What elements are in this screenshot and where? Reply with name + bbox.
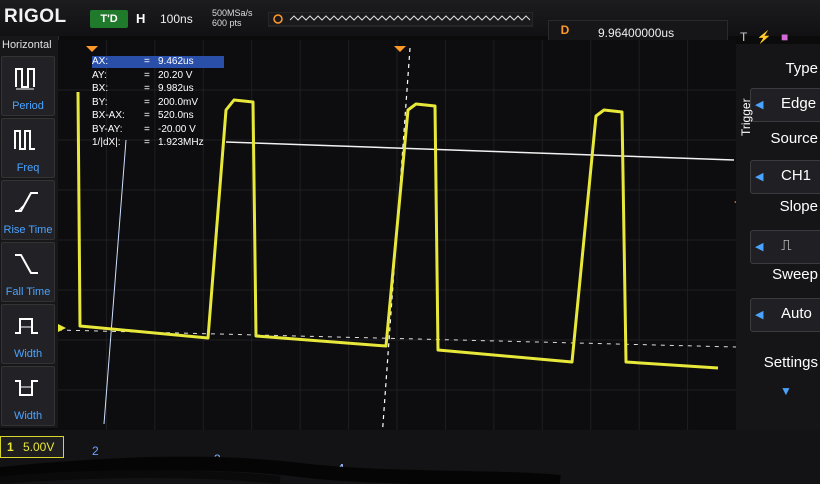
button-label: Width	[13, 348, 43, 360]
rising-edge-icon: ⎍	[781, 237, 792, 254]
menu-option-source[interactable]: ◀ CH1	[750, 160, 820, 194]
left-arrow-icon: ◀	[755, 171, 764, 183]
menu-title-type: Type	[785, 60, 818, 77]
cursor-equals: =	[144, 137, 150, 148]
trigger-label: T	[740, 30, 748, 44]
top-status-bar: RIGOL T'D H 100ns 500MSa/s 600 pts D 9.9…	[0, 0, 820, 44]
delay-value: 9.96400000us	[598, 26, 675, 40]
measure-rise-time-button[interactable]: Rise Time	[1, 180, 55, 240]
fall-time-icon	[15, 254, 38, 274]
memory-overview-bar[interactable]	[268, 12, 533, 34]
cursor-value: 20.20 V	[158, 69, 193, 81]
cursor-equals: =	[144, 123, 150, 135]
panel-title: Horizontal	[2, 39, 52, 51]
timebase-value[interactable]: 100ns	[160, 12, 193, 26]
acquisition-info: 500MSa/s 600 pts	[212, 8, 253, 28]
measure-freq-button[interactable]: Freq	[1, 118, 55, 178]
cursor-row: AX: = 9.462us	[92, 56, 224, 68]
cursor-key: AX:	[92, 56, 109, 67]
measure-width-button[interactable]: Width	[1, 366, 55, 426]
period-icon	[15, 68, 35, 90]
channel-1-offset-marker	[58, 324, 66, 332]
cursor-ax-line	[103, 139, 127, 425]
cursor-equals: =	[144, 69, 150, 81]
menu-title-sweep: Sweep	[772, 266, 818, 283]
cursor-value: 1.923MHz	[158, 137, 204, 148]
button-label: Period	[12, 100, 44, 112]
menu-option-slope[interactable]: ◀ ⎍	[750, 230, 820, 264]
channel-icon: ■	[780, 30, 789, 44]
left-arrow-icon: ◀	[755, 99, 764, 111]
horizontal-label: H	[136, 11, 146, 26]
trigger-status[interactable]: T ⚡ ■	[740, 30, 794, 44]
trigger-menu-title: Trigger	[739, 98, 753, 136]
cursor-equals: =	[144, 83, 150, 94]
rise-time-icon	[15, 192, 38, 212]
menu-title-slope: Slope	[779, 198, 818, 215]
measure-fall-time-button[interactable]: Fall Time	[1, 242, 55, 302]
cursor-key: 1/|dX|:	[92, 137, 121, 148]
frequency-icon	[14, 130, 35, 150]
negative-width-icon	[15, 380, 38, 396]
cursor-equals: =	[144, 96, 150, 108]
menu-option-value: CH1	[781, 167, 812, 184]
menu-title-settings: Settings	[763, 354, 818, 371]
cursor-key: BY-AY:	[92, 123, 123, 135]
positive-width-icon	[15, 318, 38, 334]
memory-depth: 600 pts	[212, 18, 242, 28]
cursor-readout: AX: = 9.462us AY: = 20.20 V BX: = 9.982us BY: = 200…	[92, 56, 224, 160]
cursor-value: -20.00 V	[158, 123, 196, 135]
trigger-position-marker	[86, 46, 98, 52]
chevron-down-icon[interactable]: ▼	[780, 384, 792, 398]
measure-period-button[interactable]: Period	[1, 56, 55, 116]
menu-option-type[interactable]: ◀ Edge	[750, 88, 820, 122]
menu-option-value: Edge	[781, 95, 817, 112]
left-arrow-icon: ◀	[755, 241, 764, 253]
cursor-ay-line	[225, 141, 735, 161]
delay-label: D	[560, 23, 570, 37]
menu-option-value: Auto	[781, 305, 812, 322]
cursor-key: BY:	[92, 96, 108, 108]
svg-text:Trigger: Trigger	[739, 98, 753, 136]
cursor-key: AY:	[92, 69, 107, 81]
cursor-key: BX-AX:	[92, 110, 125, 121]
menu-option-sweep[interactable]: ◀ Auto	[750, 298, 820, 332]
cursor-equals: =	[144, 56, 150, 67]
menu-title-source: Source	[770, 130, 818, 147]
brand-logo: RIGOL	[4, 6, 67, 27]
cursor-value: 9.462us	[158, 56, 194, 67]
measure-width-button[interactable]: Width	[1, 304, 55, 364]
left-arrow-icon: ◀	[755, 309, 764, 321]
button-label: Freq	[16, 162, 40, 174]
button-label: Fall Time	[5, 286, 51, 298]
run-status-badge[interactable]: T'D	[90, 10, 128, 28]
trigger-edge-icon: ⚡	[756, 30, 772, 44]
cursor-value: 520.0ns	[158, 110, 194, 121]
sample-rate: 500MSa/s	[212, 8, 253, 18]
cursor-value: 9.982us	[158, 83, 194, 94]
trigger-position-marker	[394, 46, 406, 52]
cursor-value: 200.0mV	[158, 96, 199, 108]
cursor-equals: =	[144, 110, 150, 121]
cursor-key: BX:	[92, 83, 109, 94]
probe-cable	[0, 456, 561, 484]
button-label: Width	[13, 410, 43, 422]
button-label: Rise Time	[3, 224, 53, 236]
